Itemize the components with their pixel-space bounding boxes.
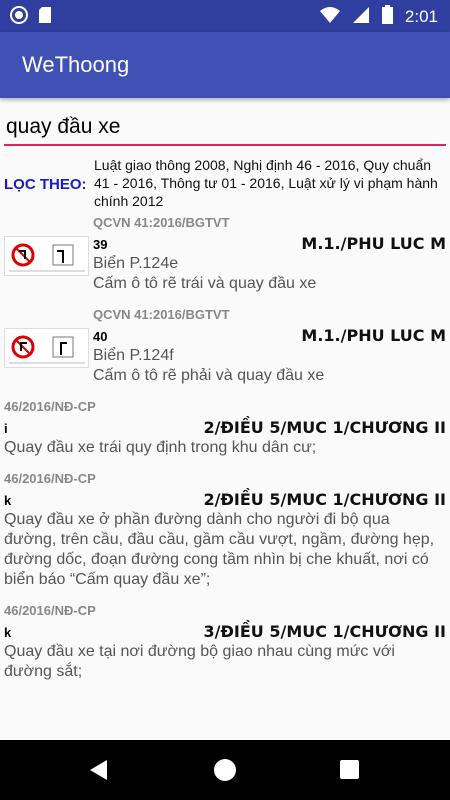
result-number: 40 <box>93 329 108 344</box>
search-field-wrap <box>4 110 446 150</box>
clock-time: 2:01 <box>404 7 438 26</box>
result-source: QCVN 41:2016/BGTVT <box>93 307 230 322</box>
no-right-turn-sign-icon <box>4 328 89 368</box>
result-description: Cấm ô tô rẽ trái và quay đầu xe <box>93 275 317 292</box>
result-number: 39 <box>93 237 108 252</box>
result-source: QCVN 41:2016/BGTVT <box>93 215 230 230</box>
status-bar: 2:01 <box>0 0 450 32</box>
app-bar: WeThoong <box>0 32 450 98</box>
back-icon[interactable] <box>90 760 107 780</box>
result-location: 2/ĐIỀU 5/MUC 1/CHƯƠNG II <box>203 418 446 437</box>
home-icon[interactable] <box>214 759 236 781</box>
result-source: 46/2016/NĐ-CP <box>4 399 96 414</box>
result-location: M.1./PHU LUC M <box>301 326 446 345</box>
filter-label: LỌC THEO: <box>4 176 87 193</box>
result-number: i <box>4 421 8 436</box>
results-list: QCVN 41:2016/BGTVT 39 M.1./PHU LUC M Biể… <box>4 212 446 682</box>
result-location: M.1./PHU LUC M <box>301 234 446 253</box>
sd-card-icon <box>38 6 52 28</box>
signal-icon <box>352 6 370 29</box>
battery-icon <box>381 5 393 29</box>
result-item[interactable]: 46/2016/NĐ-CP i 2/ĐIỀU 5/MUC 1/CHƯƠNG II… <box>4 396 446 468</box>
navigation-bar <box>0 740 450 800</box>
search-input[interactable] <box>4 110 446 146</box>
result-number: k <box>4 625 12 640</box>
result-description: Quay đầu xe ở phần đường dành cho người … <box>4 511 435 588</box>
result-location: 3/ĐIỀU 5/MUC 1/CHƯƠNG II <box>203 622 446 641</box>
wifi-icon <box>319 6 340 29</box>
result-subtitle: Biển P.124f <box>93 347 174 364</box>
recent-apps-icon[interactable] <box>340 760 359 779</box>
filter-row[interactable]: LỌC THEO: Luật giao thông 2008, Nghị địn… <box>4 156 446 210</box>
result-description: Quay đầu xe tại nơi đường bộ giao nhau c… <box>4 643 395 680</box>
no-left-turn-sign-icon <box>4 236 89 276</box>
result-item[interactable]: QCVN 41:2016/BGTVT 40 M.1./PHU LUC M Biể… <box>4 304 446 396</box>
result-source: 46/2016/NĐ-CP <box>4 603 96 618</box>
radio-circle-icon <box>10 6 28 28</box>
result-number: k <box>4 493 12 508</box>
result-location: 2/ĐIỀU 5/MUC 1/CHƯƠNG II <box>203 490 446 509</box>
filter-value: Luật giao thông 2008, Nghị định 46 - 201… <box>94 157 438 209</box>
result-subtitle: Biển P.124e <box>93 255 179 272</box>
result-description: Cấm ô tô rẽ phải và quay đầu xe <box>93 367 325 384</box>
app-title: WeThoong <box>22 52 130 77</box>
result-description: Quay đầu xe trái quy định trong khu dân … <box>4 439 317 456</box>
result-item[interactable]: QCVN 41:2016/BGTVT 39 M.1./PHU LUC M Biể… <box>4 212 446 304</box>
result-item[interactable]: 46/2016/NĐ-CP k 2/ĐIỀU 5/MUC 1/CHƯƠNG II… <box>4 468 446 600</box>
result-item[interactable]: 46/2016/NĐ-CP k 3/ĐIỀU 5/MUC 1/CHƯƠNG II… <box>4 600 446 682</box>
result-source: 46/2016/NĐ-CP <box>4 471 96 486</box>
